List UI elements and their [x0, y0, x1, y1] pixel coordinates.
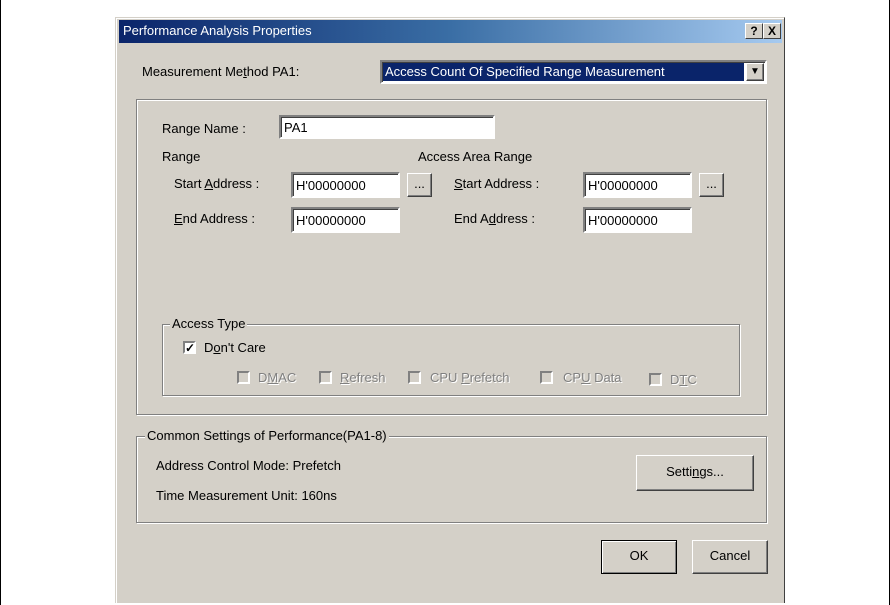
range-name-input[interactable]: PA1 — [279, 115, 495, 139]
access-end-input[interactable]: H'00000000 — [583, 207, 692, 233]
cpu-prefetch-label: CPU Prefetch — [430, 370, 510, 385]
access-start-value: H'00000000 — [588, 178, 658, 193]
properties-dialog: Performance Analysis Properties ? X Meas… — [115, 17, 785, 603]
dtc-label: DTC — [670, 372, 697, 387]
range-start-browse-button[interactable]: ... — [407, 173, 432, 197]
access-end-value: H'00000000 — [588, 213, 658, 228]
window-title: Performance Analysis Properties — [123, 23, 312, 38]
dmac-label: DMAC — [258, 370, 297, 385]
refresh-checkbox[interactable] — [319, 371, 332, 384]
cancel-button[interactable]: Cancel — [692, 540, 768, 574]
cpu-data-checkbox[interactable] — [540, 371, 553, 384]
page-border-left — [0, 0, 1, 605]
range-start-value: H'00000000 — [296, 178, 366, 193]
dtc-checkbox[interactable] — [649, 373, 662, 386]
measurement-method-label: Measurement Method PA1: — [142, 64, 300, 79]
cpu-data-label: CPU Data — [563, 370, 622, 385]
access-start-browse-button[interactable]: ... — [699, 173, 724, 197]
access-type-legend: Access Type — [170, 316, 248, 331]
help-button[interactable]: ? — [745, 23, 763, 39]
access-start-label: Start Address : — [454, 176, 540, 191]
measurement-method-select[interactable]: Access Count Of Specified Range Measurem… — [380, 60, 767, 84]
access-area-header: Access Area Range — [418, 149, 533, 164]
checkmark-icon: ✓ — [185, 341, 196, 355]
range-end-label: End Address : — [174, 211, 255, 226]
settings-button[interactable]: Settings... — [636, 455, 754, 491]
range-name-value: PA1 — [284, 120, 308, 135]
range-end-value: H'00000000 — [296, 213, 366, 228]
dropdown-arrow-button[interactable]: ▼ — [746, 63, 764, 81]
dont-care-checkbox[interactable]: ✓ — [183, 341, 196, 354]
dmac-checkbox[interactable] — [237, 371, 250, 384]
cpu-prefetch-checkbox[interactable] — [408, 371, 421, 384]
common-settings-legend: Common Settings of Performance(PA1-8) — [145, 428, 389, 443]
close-button[interactable]: X — [763, 23, 781, 39]
range-name-label: Range Name : — [162, 121, 246, 136]
access-end-label: End Address : — [454, 211, 535, 226]
range-end-input[interactable]: H'00000000 — [291, 207, 400, 233]
chevron-down-icon: ▼ — [750, 66, 760, 77]
title-bar[interactable]: Performance Analysis Properties ? X — [119, 20, 782, 43]
ok-button[interactable]: OK — [601, 540, 677, 574]
measurement-method-value: Access Count Of Specified Range Measurem… — [385, 64, 665, 79]
range-start-label: Start Address : — [174, 176, 260, 191]
refresh-label: Refresh — [340, 370, 386, 385]
time-measurement-unit-text: Time Measurement Unit: 160ns — [156, 488, 337, 503]
range-header: Range — [162, 149, 201, 164]
range-start-input[interactable]: H'00000000 — [291, 172, 400, 198]
address-control-mode-text: Address Control Mode: Prefetch — [156, 458, 341, 473]
access-start-input[interactable]: H'00000000 — [583, 172, 692, 198]
dont-care-label: Don't Care — [204, 340, 266, 355]
